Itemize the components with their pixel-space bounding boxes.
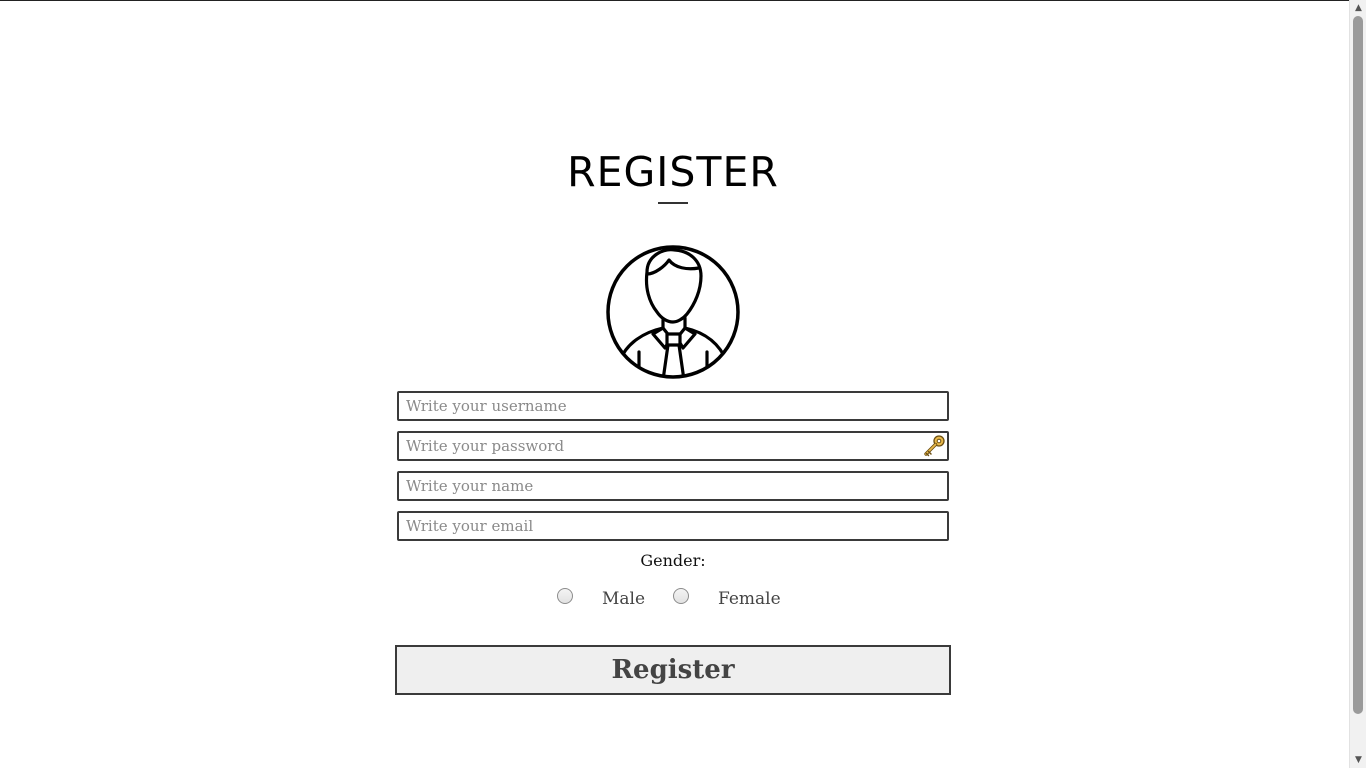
scroll-down-arrow-icon[interactable]: ▼ [1350,753,1366,767]
gender-female-radio[interactable] [673,588,689,604]
top-divider [0,0,1349,1]
register-button[interactable]: Register [395,645,951,695]
gender-female-label[interactable]: Female [718,589,781,609]
name-input[interactable] [397,471,949,501]
register-page: REGISTER Write your username Write your … [0,0,1349,768]
key-icon[interactable] [922,433,948,459]
gender-label: Gender: [640,551,706,570]
scroll-up-arrow-icon[interactable]: ▲ [1350,1,1366,15]
gender-male-radio[interactable] [557,588,573,604]
password-input[interactable] [397,431,949,461]
gender-male-label[interactable]: Male [602,589,645,609]
scrollbar-thumb[interactable] [1353,16,1363,714]
page-title: REGISTER [567,148,779,196]
vertical-scrollbar[interactable]: ▲ ▼ [1349,0,1366,768]
username-input[interactable] [397,391,949,421]
email-input[interactable] [397,511,949,541]
title-underline [658,202,688,204]
user-avatar-icon [606,245,740,379]
